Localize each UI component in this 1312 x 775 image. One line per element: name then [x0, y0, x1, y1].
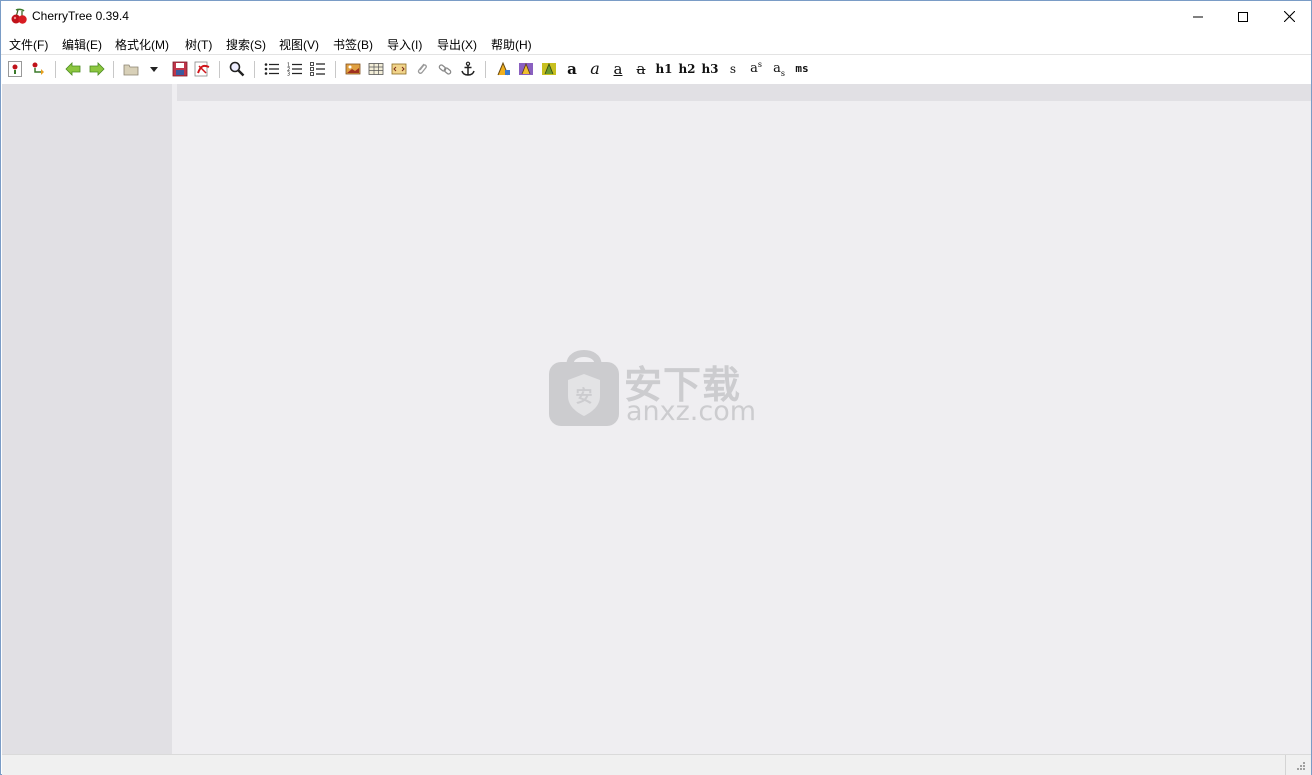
back-arrow-icon[interactable] [64, 60, 82, 78]
heading-1-button[interactable]: h1 [655, 60, 673, 78]
text-foreground-color-icon[interactable] [494, 60, 512, 78]
title-bar[interactable]: CherryTree 0.39.4 [1, 1, 1311, 32]
toolbar-separator [254, 61, 255, 78]
cherry-app-icon [10, 8, 28, 25]
status-text-field [2, 755, 1286, 775]
heading-2-button[interactable]: h2 [678, 60, 696, 78]
small-text-button[interactable]: s [724, 60, 742, 78]
text-background-color-icon[interactable] [517, 60, 535, 78]
svg-text:安: 安 [576, 386, 593, 407]
numbered-list-icon[interactable]: 123 [286, 60, 304, 78]
app-window: CherryTree 0.39.4 文件(F) 编辑(E) 格式化(M) 树(T… [0, 0, 1312, 775]
menu-import[interactable]: 导入(I) [387, 36, 422, 53]
insert-image-icon[interactable] [344, 60, 362, 78]
close-button[interactable] [1266, 1, 1312, 32]
attach-file-icon[interactable] [413, 60, 431, 78]
toolbar: 123 a a a a h1 h2 h3 s a s a s ms [1, 55, 1311, 84]
insert-codebox-icon[interactable] [390, 60, 408, 78]
add-node-icon[interactable] [6, 60, 24, 78]
menu-format[interactable]: 格式化(M) [115, 36, 169, 53]
menu-edit[interactable]: 编辑(E) [62, 36, 102, 53]
insert-table-icon[interactable] [367, 60, 385, 78]
add-subnode-icon[interactable] [30, 60, 48, 78]
underline-button[interactable]: a [609, 60, 627, 78]
open-folder-icon[interactable] [122, 60, 140, 78]
subscript-button[interactable]: as [770, 60, 788, 78]
bold-button[interactable]: a [563, 60, 581, 78]
italic-button[interactable]: a [586, 60, 604, 78]
toolbar-separator [55, 61, 56, 78]
insert-link-icon[interactable] [436, 60, 454, 78]
minimize-button[interactable] [1175, 1, 1221, 32]
menu-bookmarks[interactable]: 书签(B) [333, 36, 373, 53]
toolbar-separator [219, 61, 220, 78]
svg-text:3: 3 [287, 72, 290, 77]
menu-view[interactable]: 视图(V) [279, 36, 319, 53]
insert-anchor-icon[interactable] [459, 60, 477, 78]
menu-help[interactable]: 帮助(H) [491, 36, 532, 53]
node-name-header [177, 84, 1311, 101]
strikethrough-button[interactable]: a [632, 60, 650, 78]
superscript-button[interactable]: as [747, 60, 765, 78]
menu-export[interactable]: 导出(X) [437, 36, 477, 53]
maximize-button[interactable] [1220, 1, 1266, 32]
toolbar-separator [335, 61, 336, 78]
shield-bag-icon: 安 [549, 350, 619, 426]
save-disk-icon[interactable] [171, 60, 189, 78]
todo-list-icon[interactable] [309, 60, 327, 78]
menu-search[interactable]: 搜索(S) [226, 36, 266, 53]
watermark: 安 安下载 anxz.com [548, 346, 768, 430]
subscript-s-glyph: s [780, 68, 785, 78]
recent-dropdown-icon[interactable] [145, 60, 163, 78]
monospace-button[interactable]: ms [793, 60, 811, 78]
menu-tree[interactable]: 树(T) [185, 36, 212, 53]
forward-arrow-icon[interactable] [88, 60, 106, 78]
menu-file[interactable]: 文件(F) [9, 36, 48, 53]
toolbar-separator [485, 61, 486, 78]
heading-3-button[interactable]: h3 [701, 60, 719, 78]
resize-grip-icon[interactable] [1294, 761, 1306, 773]
bulleted-list-icon[interactable] [263, 60, 281, 78]
toolbar-separator [113, 61, 114, 78]
superscript-s-glyph: s [757, 59, 762, 69]
tree-panel[interactable] [2, 84, 172, 754]
menu-bar: 文件(F) 编辑(E) 格式化(M) 树(T) 搜索(S) 视图(V) 书签(B… [1, 32, 1311, 54]
window-title: CherryTree 0.39.4 [32, 9, 129, 23]
export-pdf-icon[interactable] [194, 60, 212, 78]
status-bar [2, 754, 1311, 775]
remove-formatting-icon[interactable] [540, 60, 558, 78]
watermark-domain-text: anxz.com [626, 396, 757, 427]
find-magnifier-icon[interactable] [228, 60, 246, 78]
